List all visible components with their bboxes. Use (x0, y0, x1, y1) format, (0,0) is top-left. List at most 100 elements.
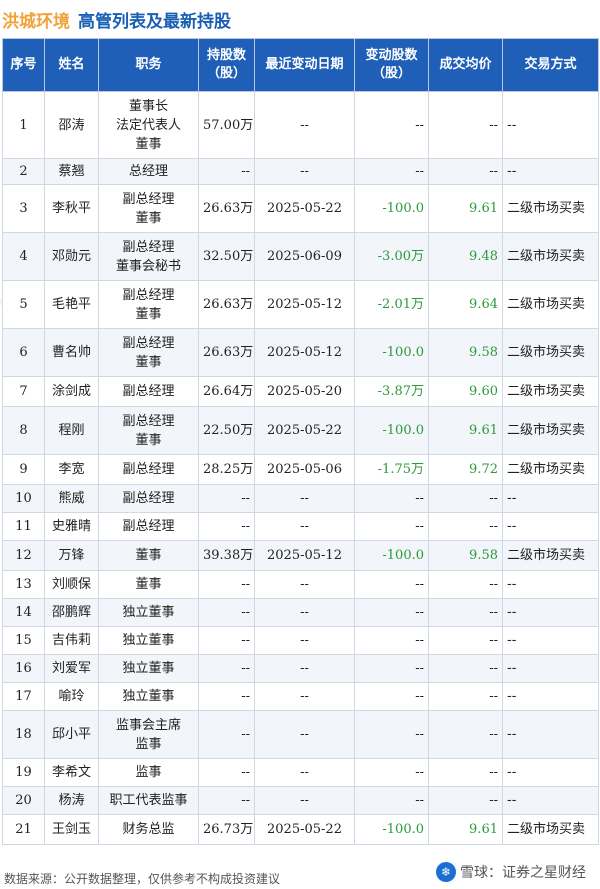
row-method: 二级市场买卖 (502, 540, 599, 571)
row-name: 程刚 (44, 406, 99, 455)
table-header-row: 序号 姓名 职务 持股数 （股） 最近变动日期 变动股数 （股） 成交均价 交易方式 (2, 38, 599, 92)
row-change: -100.0 (354, 540, 429, 571)
row-price: -- (428, 758, 503, 787)
table-row: 12 万锋 董事 39.38万 2025-05-12 -100.0 9.58 二级市场买卖 (2, 540, 599, 571)
row-change: -- (354, 91, 429, 159)
role-line: 副总经理 (122, 462, 175, 477)
col-header-shares: 持股数 （股） (198, 38, 255, 92)
col-header-role: 职务 (98, 38, 199, 92)
table-row: 5 毛艳平 副总经理 董事 26.63万 2025-05-12 -2.01万 9.64 二级市场… (2, 280, 599, 329)
row-name: 史雅晴 (44, 512, 99, 541)
row-change: -- (354, 654, 429, 683)
row-change: -- (354, 786, 429, 815)
table-row: 11 史雅晴 副总经理 -- -- -- -- -- (2, 512, 599, 541)
row-name: 吉伟莉 (44, 626, 99, 655)
row-date: -- (254, 682, 355, 711)
row-method: -- (502, 91, 599, 159)
row-change: -- (354, 682, 429, 711)
role-line: 监事 (135, 765, 162, 780)
row-price: 9.61 (428, 184, 503, 233)
row-price: -- (428, 91, 503, 159)
table-row: 7 涂剑成 副总经理 26.64万 2025-05-20 -3.87万 9.60 二级市场买卖 (2, 376, 599, 407)
row-name: 蔡翘 (44, 158, 99, 185)
row-name: 邵涛 (44, 91, 99, 159)
row-change: -1.75万 (354, 454, 429, 485)
row-no: 15 (2, 626, 45, 655)
row-method: 二级市场买卖 (502, 280, 599, 329)
row-role: 独立董事 (98, 626, 199, 655)
row-shares: 26.63万 (198, 280, 255, 329)
row-price: 9.72 (428, 454, 503, 485)
row-price: -- (428, 682, 503, 711)
row-name: 邓勋元 (44, 232, 99, 281)
row-price: -- (428, 626, 503, 655)
row-no: 20 (2, 786, 45, 815)
role-line: 副总经理 (122, 491, 175, 506)
row-shares: -- (198, 484, 255, 513)
row-role: 独立董事 (98, 682, 199, 711)
role-line: 副总经理 (122, 335, 175, 351)
row-method: 二级市场买卖 (502, 454, 599, 485)
row-no: 12 (2, 540, 45, 571)
table-row: 4 邓勋元 副总经理 董事会秘书 32.50万 2025-06-09 -3.00万 9.48 二… (2, 232, 599, 281)
row-no: 16 (2, 654, 45, 683)
row-shares: 28.25万 (198, 454, 255, 485)
col-header-method: 交易方式 (502, 38, 599, 92)
table-row: 10 熊威 副总经理 -- -- -- -- -- (2, 484, 599, 513)
row-method: 二级市场买卖 (502, 814, 599, 845)
table-row: 20 杨涛 职工代表监事 -- -- -- -- -- (2, 786, 599, 815)
row-method: -- (502, 626, 599, 655)
row-role: 监事会主席 监事 (98, 710, 199, 759)
col-header-change: 变动股数 （股） (354, 38, 429, 92)
row-no: 8 (2, 406, 45, 455)
row-name: 杨涛 (44, 786, 99, 815)
row-role: 董事长 法定代表人 董事 (98, 91, 199, 159)
row-no: 5 (2, 280, 45, 329)
row-role: 监事 (98, 758, 199, 787)
row-date: -- (254, 570, 355, 599)
row-change: -3.87万 (354, 376, 429, 407)
role-line: 法定代表人 (115, 117, 181, 133)
row-method: -- (502, 758, 599, 787)
row-change: -- (354, 158, 429, 185)
row-name: 喻玲 (44, 682, 99, 711)
row-date: -- (254, 484, 355, 513)
row-method: 二级市场买卖 (502, 232, 599, 281)
row-change: -100.0 (354, 184, 429, 233)
row-method: -- (502, 710, 599, 759)
row-date: -- (254, 710, 355, 759)
table-row: 16 刘爱军 独立董事 -- -- -- -- -- (2, 654, 599, 683)
row-method: 二级市场买卖 (502, 376, 599, 407)
row-price: -- (428, 512, 503, 541)
row-date: 2025-06-09 (254, 232, 355, 281)
role-line: 独立董事 (122, 633, 175, 648)
table-row: 9 李宽 副总经理 28.25万 2025-05-06 -1.75万 9.72 二级市场买卖 (2, 454, 599, 485)
row-name: 邵鹏辉 (44, 598, 99, 627)
row-shares: -- (198, 158, 255, 185)
row-date: 2025-05-22 (254, 406, 355, 455)
role-line: 董事长 (128, 98, 168, 114)
row-role: 副总经理 董事 (98, 184, 199, 233)
row-date: -- (254, 158, 355, 185)
row-role: 副总经理 (98, 376, 199, 407)
row-no: 2 (2, 158, 45, 185)
row-date: -- (254, 758, 355, 787)
role-line: 董事会秘书 (115, 258, 181, 274)
role-line: 副总经理 (122, 519, 175, 534)
row-role: 副总经理 董事 (98, 328, 199, 377)
row-change: -- (354, 484, 429, 513)
role-line: 副总经理 (122, 239, 175, 255)
role-line: 财务总监 (122, 822, 175, 837)
row-price: 9.48 (428, 232, 503, 281)
row-shares: -- (198, 710, 255, 759)
row-shares: 39.38万 (198, 540, 255, 571)
row-price: 9.61 (428, 406, 503, 455)
row-price: -- (428, 570, 503, 599)
role-line: 董事 (135, 306, 162, 322)
row-change: -100.0 (354, 328, 429, 377)
role-line: 副总经理 (122, 384, 175, 399)
row-price: 9.58 (428, 328, 503, 377)
row-shares: -- (198, 570, 255, 599)
row-role: 副总经理 董事会秘书 (98, 232, 199, 281)
executive-table: 序号 姓名 职务 持股数 （股） 最近变动日期 变动股数 （股） 成交均价 交易方式… (2, 38, 599, 845)
